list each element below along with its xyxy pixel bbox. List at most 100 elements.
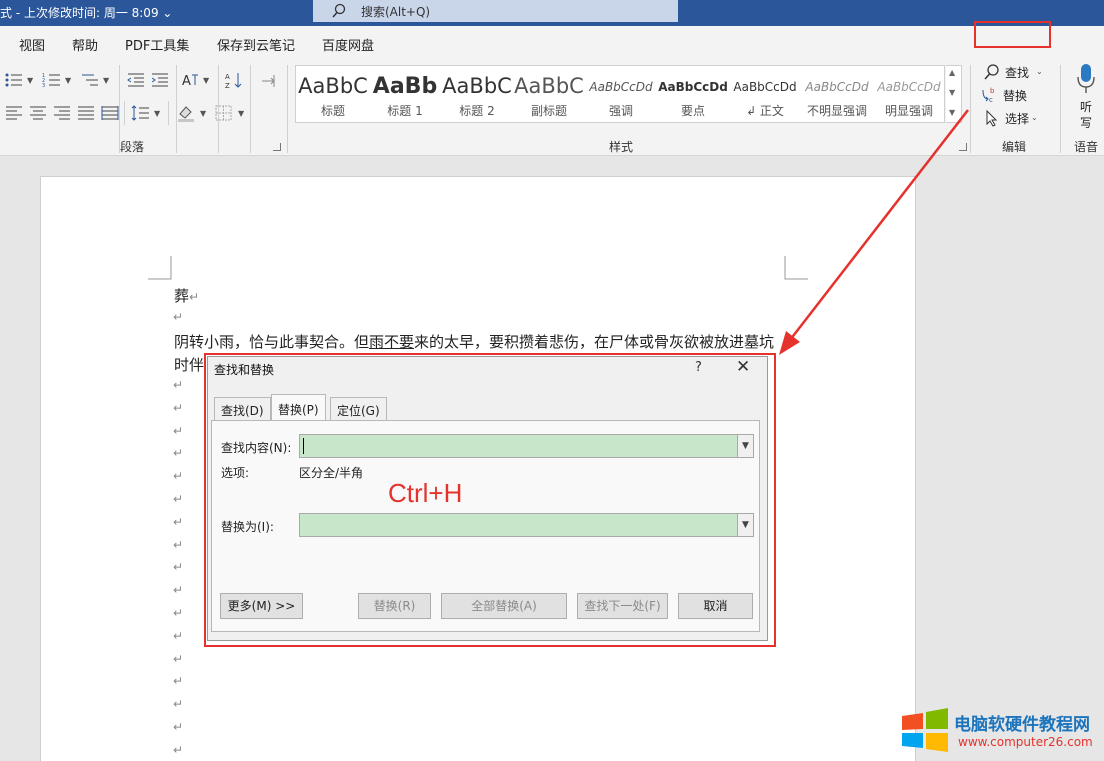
chevron-down-icon[interactable]: ▼ bbox=[154, 109, 160, 118]
title-bar: 式 - 上次修改时间: 周一 8:09 ⌄ 搜索(Alt+Q) bbox=[0, 0, 1104, 26]
find-what-input[interactable] bbox=[302, 437, 732, 455]
align-left-icon[interactable] bbox=[4, 104, 24, 122]
style-emphasis[interactable]: AaBbCcDd 强调 bbox=[585, 66, 657, 122]
document-line[interactable]: 葬↵ bbox=[174, 285, 199, 306]
find-next-button[interactable]: 查找下一处(F) bbox=[577, 593, 668, 619]
document-line[interactable]: 阴转小雨，恰与此事契合。但雨不要来的太早，要积攒着悲伤，在尸体或骨灰欲被放进墓坑 bbox=[174, 331, 774, 352]
editing-group-label: 编辑 bbox=[1002, 140, 1027, 154]
find-button[interactable]: 查找 ⌄ bbox=[983, 61, 1049, 83]
replace-with-input[interactable] bbox=[302, 516, 732, 534]
paragraph-mark: ↵ bbox=[173, 514, 184, 529]
paragraph-launcher-icon[interactable] bbox=[273, 143, 281, 151]
paragraph-mark: ↵ bbox=[173, 628, 184, 643]
paragraph-mark: ↵ bbox=[173, 446, 184, 461]
borders-icon[interactable] bbox=[214, 104, 234, 122]
chevron-up-icon[interactable]: ▲ bbox=[949, 68, 955, 77]
line-spacing-icon[interactable] bbox=[131, 104, 151, 122]
styles-launcher-icon[interactable] bbox=[959, 143, 967, 151]
numbering-icon[interactable]: 123 bbox=[42, 71, 62, 89]
select-button[interactable]: 选择 ⌄ bbox=[983, 107, 1049, 129]
hotkey-annotation: Ctrl+H bbox=[388, 478, 463, 508]
paragraph-mark: ↵ bbox=[173, 674, 184, 689]
search-box[interactable]: 搜索(Alt+Q) bbox=[313, 0, 678, 22]
tab-find[interactable]: 查找(D) bbox=[214, 397, 271, 421]
chevron-down-icon[interactable]: ▼ bbox=[103, 76, 109, 85]
style-heading-2[interactable]: AaBbC 标题 2 bbox=[441, 66, 513, 122]
style-strong[interactable]: AaBbCcDd 要点 bbox=[657, 66, 729, 122]
tab-help[interactable]: 帮助 bbox=[72, 35, 98, 54]
cursor-icon bbox=[986, 109, 998, 127]
replace-single-button[interactable]: 替换(R) bbox=[358, 593, 431, 619]
text-cursor bbox=[303, 438, 304, 454]
dictate-label-1: 听 bbox=[1080, 100, 1093, 114]
justify-icon[interactable] bbox=[76, 104, 96, 122]
chevron-down-icon[interactable]: ▼ bbox=[737, 514, 753, 536]
tab-save-cloud-note[interactable]: 保存到云笔记 bbox=[217, 35, 295, 54]
tab-baidu-netdisk[interactable]: 百度网盘 bbox=[322, 35, 374, 54]
help-button[interactable]: ? bbox=[695, 360, 702, 375]
options-label: 选项: bbox=[221, 466, 250, 480]
multilevel-list-icon[interactable] bbox=[80, 71, 100, 89]
chevron-down-icon[interactable]: ▼ bbox=[737, 435, 753, 457]
svg-text:Z: Z bbox=[225, 82, 230, 89]
crop-mark-left bbox=[148, 256, 172, 280]
paragraph-mark: ↵ bbox=[173, 469, 184, 484]
windows-logo-icon bbox=[902, 708, 948, 752]
paragraph-mark: ↵ bbox=[173, 378, 184, 392]
chevron-down-icon[interactable]: ▼ bbox=[65, 76, 71, 85]
chevron-down-icon[interactable]: ▼ bbox=[238, 109, 244, 118]
tab-goto[interactable]: 定位(G) bbox=[330, 397, 387, 421]
svg-text:3: 3 bbox=[42, 83, 45, 89]
find-replace-dialog: 查找和替换 ? ✕ 查找(D) 替换(P) 定位(G) 查找内容(N): ▼ 选… bbox=[207, 356, 768, 641]
bullets-icon[interactable] bbox=[4, 71, 24, 89]
increase-indent-icon[interactable] bbox=[150, 71, 170, 89]
dictate-button[interactable]: 听 写 bbox=[1070, 63, 1102, 133]
distributed-icon[interactable] bbox=[100, 104, 120, 122]
paragraph-mark: ↵ bbox=[173, 310, 184, 324]
align-right-icon[interactable] bbox=[52, 104, 72, 122]
paragraph-mark: ↵ bbox=[173, 742, 184, 757]
chevron-down-icon: ⌄ bbox=[1036, 67, 1043, 76]
find-what-combo[interactable]: ▼ bbox=[299, 434, 754, 458]
tab-view[interactable]: 视图 bbox=[19, 35, 45, 54]
show-formatting-icon[interactable] bbox=[258, 71, 278, 89]
sort-icon[interactable]: AZ bbox=[225, 71, 245, 90]
style-intense-emphasis[interactable]: AaBbCcDd 明显强调 bbox=[873, 66, 945, 122]
shading-icon[interactable] bbox=[176, 104, 196, 122]
decrease-indent-icon[interactable] bbox=[126, 71, 146, 89]
chevron-down-icon[interactable]: ▼ bbox=[949, 88, 955, 97]
menu-bar: 视图 帮助 PDF工具集 保存到云笔记 百度网盘 bbox=[0, 26, 1104, 59]
tab-pdf-tools[interactable]: PDF工具集 bbox=[125, 35, 189, 54]
styles-scroll[interactable]: ▲ ▼ ▼ bbox=[946, 65, 962, 123]
replace-with-combo[interactable]: ▼ bbox=[299, 513, 754, 537]
paragraph-mark: ↵ bbox=[173, 423, 184, 438]
style-subtitle[interactable]: AaBbC 副标题 bbox=[513, 66, 585, 122]
replace-all-button[interactable]: 全部替换(A) bbox=[441, 593, 567, 619]
styles-group-label: 样式 bbox=[609, 140, 634, 154]
style-heading-1[interactable]: AaBb 标题 1 bbox=[369, 66, 441, 122]
style-normal[interactable]: AaBbCcDd ↲ 正文 bbox=[729, 66, 801, 122]
chevron-down-icon[interactable]: ▼ bbox=[203, 76, 209, 85]
more-button[interactable]: 更多(M) >> bbox=[220, 593, 303, 619]
ribbon: ▼ 123 ▼ ▼ A ▼ AZ ▼ ▼ ▼ 段落 AaBbC 标题 AaBb … bbox=[0, 59, 1104, 156]
watermark-name: 电脑软硬件教程网 bbox=[954, 715, 1090, 735]
microphone-icon bbox=[1077, 64, 1095, 93]
close-icon[interactable]: ✕ bbox=[736, 357, 750, 377]
document-title[interactable]: 式 - 上次修改时间: 周一 8:09 ⌄ bbox=[0, 4, 172, 21]
style-subtle-emphasis[interactable]: AaBbCcDd 不明显强调 bbox=[801, 66, 873, 122]
align-center-icon[interactable] bbox=[28, 104, 48, 122]
asian-layout-icon[interactable]: A bbox=[181, 71, 201, 89]
replace-button[interactable]: bc 替换 bbox=[981, 84, 1047, 106]
style-title[interactable]: AaBbC 标题 bbox=[297, 66, 369, 122]
paragraph-mark: ↵ bbox=[173, 537, 184, 552]
chevron-down-icon[interactable]: ▼ bbox=[200, 109, 206, 118]
svg-text:A: A bbox=[225, 73, 230, 81]
replace-with-label: 替换为(I): bbox=[221, 520, 274, 534]
chevron-down-icon[interactable]: ▼ bbox=[27, 76, 33, 85]
paragraph-mark: ↵ bbox=[173, 583, 184, 598]
document-line[interactable]: 时伴 bbox=[174, 354, 204, 375]
chevron-down-icon: ⌄ bbox=[1031, 113, 1038, 122]
more-styles-icon[interactable]: ▼ bbox=[949, 108, 955, 117]
cancel-button[interactable]: 取消 bbox=[678, 593, 753, 619]
tab-replace[interactable]: 替换(P) bbox=[271, 394, 326, 421]
